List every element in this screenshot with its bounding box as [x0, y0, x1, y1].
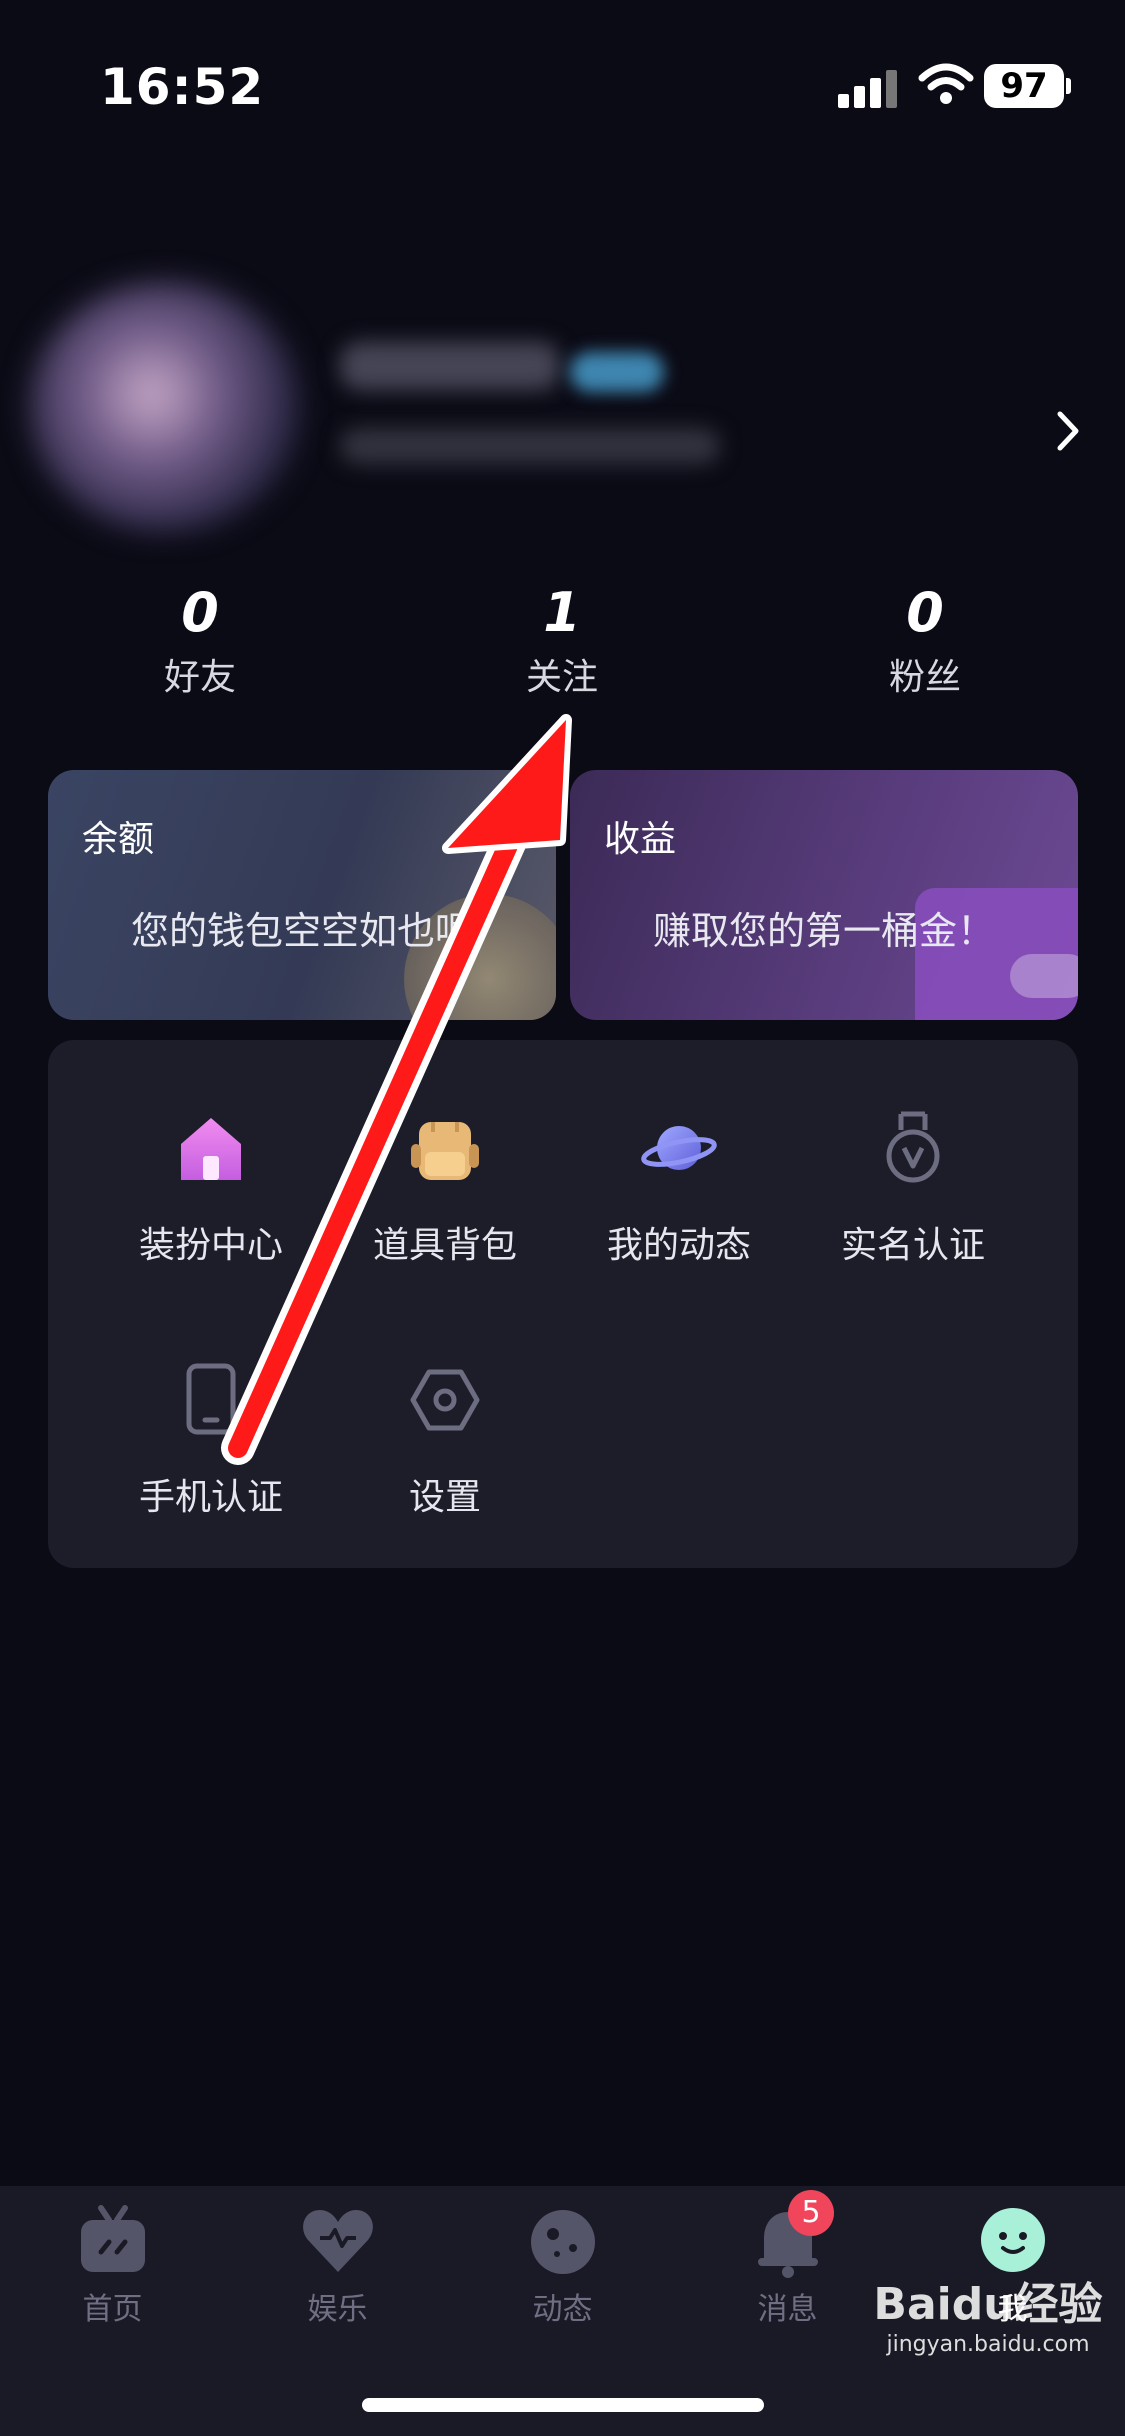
- watermark-url: jingyan.baidu.com: [886, 2332, 1090, 2357]
- wallet-strap: [1010, 954, 1078, 998]
- balance-text: 您的钱包空空如也呢: [130, 909, 473, 953]
- grid-item-realname[interactable]: 实名认证: [796, 1108, 1030, 1268]
- tab-label: 动态: [532, 2292, 593, 2327]
- tab-label: 娱乐: [307, 2292, 368, 2327]
- grid-item-phone-verify[interactable]: 手机认证: [94, 1360, 328, 1520]
- avatar[interactable]: [30, 282, 300, 532]
- messages-badge: 5: [788, 2190, 834, 2236]
- grid-label: 设置: [408, 1477, 481, 1518]
- stat-friends-value: 0: [181, 581, 219, 644]
- feature-panel: 装扮中心 道具背包 我的动态 实名认证 手机认证 设置: [48, 1040, 1078, 1568]
- username-blurred: [340, 342, 560, 390]
- grid-label: 手机认证: [138, 1477, 283, 1518]
- grid-item-backpack[interactable]: 道具背包: [328, 1108, 562, 1268]
- grid-item-my-posts[interactable]: 我的动态: [562, 1108, 796, 1268]
- income-text: 赚取您的第一桶金！: [652, 909, 995, 953]
- stat-following-value: 1: [543, 581, 581, 644]
- tv-icon: [80, 2205, 145, 2272]
- grid-label: 实名认证: [840, 1225, 985, 1266]
- planet-icon: [641, 1126, 717, 1170]
- grid-item-dressup[interactable]: 装扮中心: [94, 1108, 328, 1268]
- grid-label: 装扮中心: [138, 1225, 283, 1266]
- medal-icon: [886, 1111, 940, 1183]
- stat-following-label: 关注: [525, 657, 598, 698]
- stat-fans-label: 粉丝: [888, 657, 961, 698]
- house-icon: [181, 1118, 241, 1180]
- grid-label: 道具背包: [372, 1225, 517, 1266]
- backpack-icon: [411, 1122, 479, 1180]
- signal-icon: [838, 68, 898, 108]
- status-time: 16:52: [100, 58, 265, 116]
- settings-icon: [410, 1369, 480, 1431]
- stat-fans[interactable]: 0 粉丝: [775, 578, 1075, 708]
- battery-tip: [1066, 78, 1071, 94]
- stat-fans-value: 0: [906, 581, 944, 644]
- chevron-right-icon[interactable]: [1048, 406, 1088, 456]
- baidu-watermark: Baidu经验 jingyan.baidu.com: [858, 2268, 1118, 2357]
- watermark-brand: Baidu经验: [873, 2279, 1103, 2330]
- home-indicator[interactable]: [362, 2398, 764, 2412]
- income-title: 收益: [604, 819, 677, 860]
- level-badge-blurred: [570, 352, 664, 392]
- tab-label: 首页: [82, 2292, 143, 2327]
- income-card[interactable]: 收益 赚取您的第一桶金！: [570, 770, 1078, 1020]
- heart-icon: [302, 2210, 373, 2272]
- grid-item-settings[interactable]: 设置: [328, 1360, 562, 1520]
- planet-icon: [530, 2210, 595, 2274]
- wifi-icon: [918, 63, 974, 104]
- grid-label: 我的动态: [606, 1225, 751, 1266]
- user-id-blurred: [340, 428, 720, 464]
- stat-following[interactable]: 1 关注: [412, 578, 712, 708]
- phone-icon: [186, 1363, 236, 1435]
- tab-feed[interactable]: 动态: [450, 2200, 675, 2328]
- stat-friends[interactable]: 0 好友: [50, 578, 350, 708]
- tab-entertainment[interactable]: 娱乐: [225, 2200, 450, 2328]
- balance-title: 余额: [82, 819, 155, 860]
- stat-friends-label: 好友: [163, 657, 236, 698]
- balance-card[interactable]: 余额 您的钱包空空如也呢: [48, 770, 556, 1020]
- battery-indicator: 97: [984, 64, 1064, 108]
- tab-home[interactable]: 首页: [0, 2200, 225, 2328]
